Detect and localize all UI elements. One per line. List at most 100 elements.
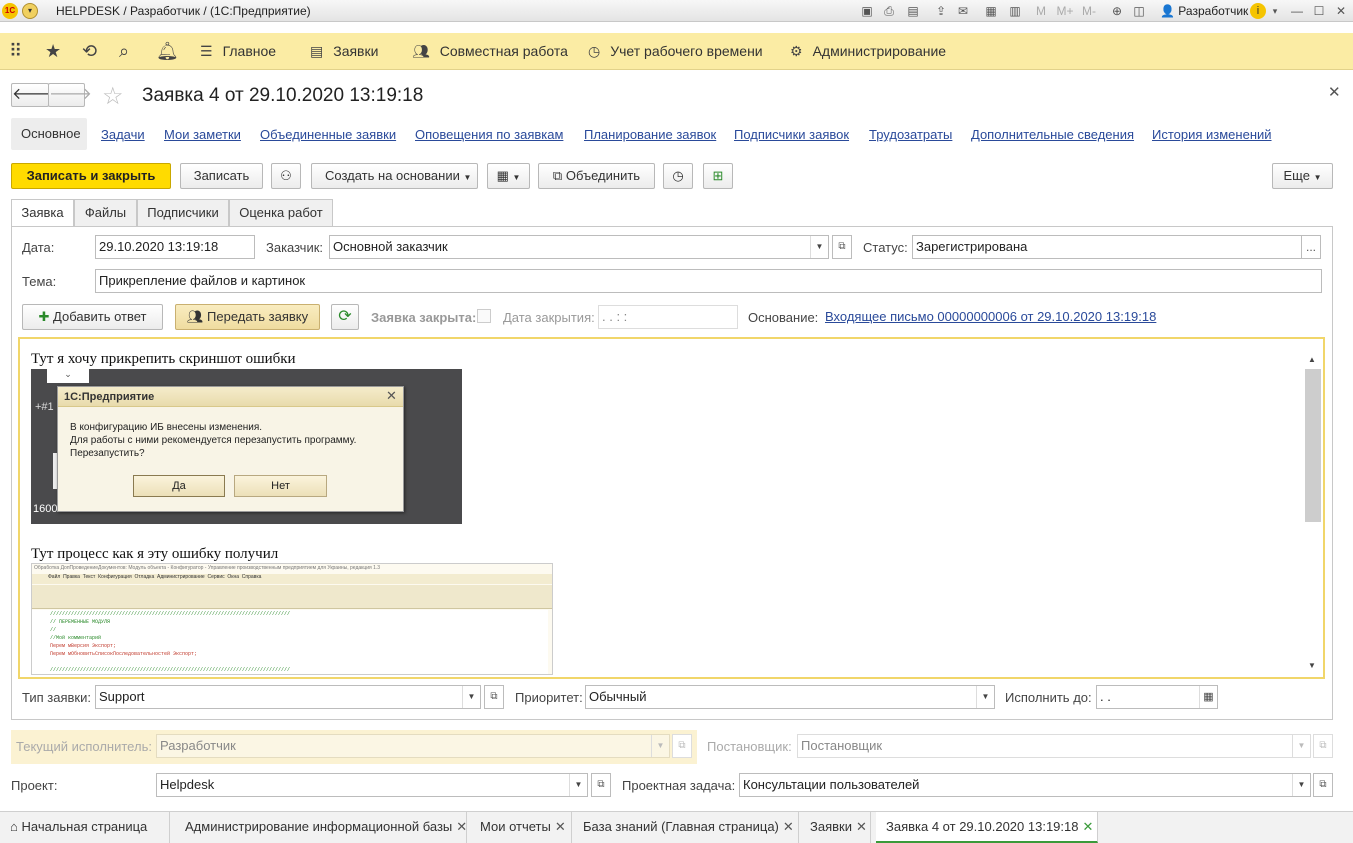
tab-rating[interactable]: Оценка работ	[229, 199, 333, 226]
status-select-button[interactable]: ...	[1301, 235, 1321, 259]
project-task-field[interactable]: Консультации пользователей ▼	[739, 773, 1311, 797]
window-tab-admin[interactable]: Администрирование информационной базы ✕	[175, 812, 467, 843]
due-date-field[interactable]: . . ▦	[1096, 685, 1218, 709]
close-window-icon[interactable]: ✕	[1334, 4, 1348, 18]
favorites-star-icon[interactable]: ★	[45, 42, 61, 60]
date-field[interactable]: 29.10.2020 13:19:18	[95, 235, 255, 259]
create-based-on-button[interactable]: Создать на основании ▼	[311, 163, 478, 189]
open-setter-icon[interactable]: ⧉	[1313, 734, 1333, 758]
section-link-extra[interactable]: Дополнительные сведения	[971, 127, 1134, 142]
chevron-down-icon[interactable]: ▼	[1292, 735, 1310, 757]
window-tab-home[interactable]: ⌂ Начальная страница	[0, 812, 170, 843]
setter-field[interactable]: Постановщик ▼	[797, 734, 1311, 758]
favorite-star-icon[interactable]: ☆	[102, 82, 124, 111]
memory-plus-button[interactable]: M+	[1056, 4, 1074, 18]
calculator-icon[interactable]: ▦	[984, 4, 998, 18]
save-and-close-button[interactable]: Записать и закрыть	[11, 163, 171, 189]
tab-subscribers[interactable]: Подписчики	[137, 199, 229, 226]
chevron-down-icon[interactable]: ▼	[462, 686, 480, 708]
close-tab-icon[interactable]: ✕	[783, 819, 794, 834]
section-link-tasks[interactable]: Задачи	[101, 127, 145, 142]
window-tab-knowledge[interactable]: База знаний (Главная страница) ✕	[573, 812, 799, 843]
refresh-icon[interactable]: ⟳	[331, 304, 359, 330]
chevron-down-icon[interactable]: ▼	[810, 236, 828, 258]
open-customer-icon[interactable]: ⧉	[832, 235, 852, 259]
section-link-notes[interactable]: Мои заметки	[164, 127, 241, 142]
back-button[interactable]: 🡐	[11, 83, 55, 107]
search-icon[interactable]: ⌕	[119, 42, 129, 60]
tab-request[interactable]: Заявка	[11, 199, 74, 227]
window-tab-reports[interactable]: Мои отчеты ✕	[470, 812, 572, 843]
chevron-down-icon[interactable]: ▾	[1268, 4, 1282, 18]
section-requests[interactable]: ▤ Заявки	[310, 43, 378, 60]
tab-files[interactable]: Файлы	[74, 199, 137, 226]
upload-icon[interactable]: ⇪	[934, 4, 948, 18]
section-main[interactable]: ☰ Главное	[200, 43, 276, 60]
close-form-icon[interactable]: ✕	[1328, 83, 1341, 101]
panel-icon[interactable]: ◫	[1132, 4, 1146, 18]
type-field[interactable]: Support ▼	[95, 685, 481, 709]
user-menu[interactable]: 👤 Разработчик	[1160, 4, 1248, 18]
zoom-icon[interactable]: ⊕	[1110, 4, 1124, 18]
forward-button[interactable]: 🡒	[48, 83, 92, 107]
section-link-history[interactable]: История изменений	[1152, 127, 1272, 142]
calendar-icon[interactable]: ▥	[1008, 4, 1022, 18]
save-button[interactable]: Записать	[180, 163, 263, 189]
notifications-bell-icon[interactable]: 🔔︎	[156, 42, 179, 60]
close-date-field[interactable]: . . : :	[598, 305, 738, 329]
info-icon[interactable]: i	[1250, 3, 1266, 19]
minimize-icon[interactable]: —	[1290, 4, 1304, 18]
section-link-labor[interactable]: Трудозатраты	[869, 127, 952, 142]
save-icon[interactable]: ▣	[860, 4, 874, 18]
section-link-alerts[interactable]: Оповещения по заявкам	[415, 127, 563, 142]
basis-link[interactable]: Входящее письмо 00000000006 от 29.10.202…	[825, 309, 1156, 324]
priority-field[interactable]: Обычный ▼	[585, 685, 995, 709]
print-menu-button[interactable]: ▦ ▼	[487, 163, 530, 189]
section-admin[interactable]: ⚙ Администрирование	[790, 43, 946, 60]
close-tab-icon[interactable]: ✕	[856, 819, 867, 834]
customer-field[interactable]: Основной заказчик ▼	[329, 235, 829, 259]
add-task-icon[interactable]: ⊞	[703, 163, 733, 189]
merge-button[interactable]: ⧉ Объединить	[538, 163, 655, 189]
calendar-icon[interactable]: ▦	[1199, 686, 1217, 708]
dialog-yes-button[interactable]: Да	[133, 475, 225, 497]
open-project-icon[interactable]: ⧉	[591, 773, 611, 797]
history-clock-icon[interactable]: ◷	[663, 163, 693, 189]
status-field[interactable]: Зарегистрирована	[912, 235, 1302, 259]
section-collab[interactable]: 👥︎ Совместная работа	[412, 43, 568, 60]
open-executor-icon[interactable]: ⧉	[672, 734, 692, 758]
closed-checkbox[interactable]	[477, 309, 491, 323]
dialog-close-icon[interactable]: ✕	[386, 388, 397, 404]
more-button[interactable]: Еще ▼	[1272, 163, 1333, 189]
chevron-down-icon[interactable]: ▼	[976, 686, 994, 708]
executor-field[interactable]: Разработчик ▼	[156, 734, 670, 758]
section-time[interactable]: ◷ Учет рабочего времени	[588, 43, 763, 60]
add-answer-button[interactable]: ✚ Добавить ответ	[22, 304, 163, 330]
project-field[interactable]: Helpdesk ▼	[156, 773, 588, 797]
scroll-down-icon[interactable]: ▼	[1308, 661, 1316, 670]
open-type-icon[interactable]: ⧉	[484, 685, 504, 709]
preview-icon[interactable]: ▤	[906, 4, 920, 18]
section-link-planning[interactable]: Планирование заявок	[584, 127, 716, 142]
mail-icon[interactable]: ✉	[956, 4, 970, 18]
history-icon[interactable]: ⟲	[82, 42, 97, 60]
print-icon[interactable]: ⎙	[882, 4, 896, 18]
chevron-down-icon[interactable]: ▼	[1292, 774, 1310, 796]
window-tab-requests[interactable]: Заявки ✕	[800, 812, 871, 843]
section-link-merged[interactable]: Объединенные заявки	[260, 127, 396, 142]
section-link-main[interactable]: Основное	[21, 126, 81, 141]
dialog-no-button[interactable]: Нет	[234, 475, 327, 497]
close-tab-icon[interactable]: ✕	[1082, 819, 1093, 834]
close-tab-icon[interactable]: ✕	[456, 819, 467, 834]
section-link-subscribers[interactable]: Подписчики заявок	[734, 127, 849, 142]
close-tab-icon[interactable]: ✕	[555, 819, 566, 834]
memory-button[interactable]: M	[1034, 4, 1048, 18]
app-menu-icon[interactable]: ▾	[22, 3, 38, 19]
window-tab-current[interactable]: Заявка 4 от 29.10.2020 13:19:18 ✕	[876, 812, 1098, 843]
maximize-icon[interactable]: ☐	[1312, 4, 1326, 18]
chevron-down-icon[interactable]: ▼	[569, 774, 587, 796]
scrollbar-thumb[interactable]	[1305, 369, 1321, 522]
transfer-request-button[interactable]: 👥︎ Передать заявку	[175, 304, 320, 330]
open-project-task-icon[interactable]: ⧉	[1313, 773, 1333, 797]
topic-field[interactable]: Прикрепление файлов и картинок	[95, 269, 1322, 293]
